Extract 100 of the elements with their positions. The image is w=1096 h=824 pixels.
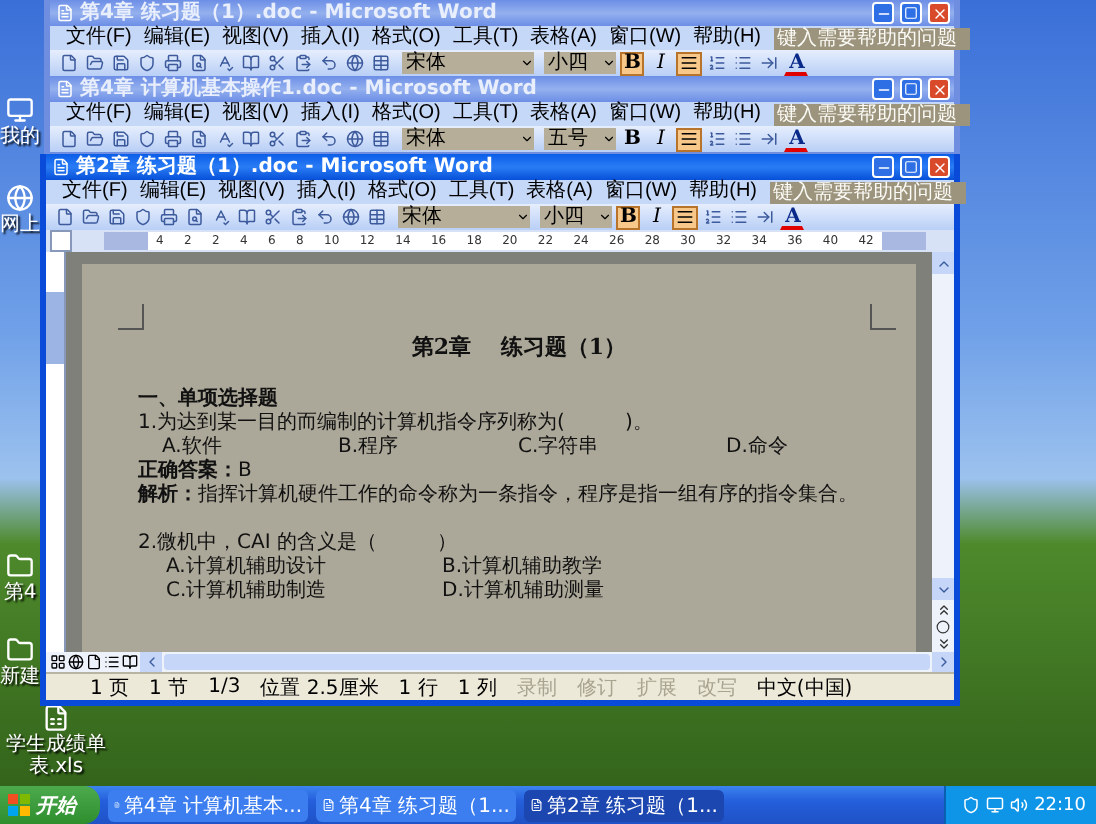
menu-item[interactable]: 编辑(E) [143, 26, 211, 50]
menu-item[interactable]: 文件(F) [66, 102, 132, 126]
globe-icon[interactable] [340, 206, 362, 228]
spreadsheet-icon[interactable] [42, 704, 70, 732]
start-button[interactable]: 开始 [0, 786, 100, 824]
menu-item[interactable]: 窗口(W) [609, 102, 682, 126]
menu-item[interactable]: 表格(A) [530, 102, 597, 126]
open-folder-icon[interactable] [80, 206, 102, 228]
menu-item[interactable]: 帮助(H) [693, 102, 761, 126]
book-icon[interactable] [236, 206, 258, 228]
taskbar-window-button[interactable]: 第2章 练习题（1... [524, 789, 724, 821]
paste-icon[interactable] [288, 206, 310, 228]
close-button[interactable] [928, 2, 950, 24]
menu-item[interactable]: 窗口(W) [605, 180, 678, 204]
menu-item[interactable]: 表格(A) [530, 26, 597, 50]
menu-item[interactable]: 文件(F) [62, 180, 128, 204]
indent-icon[interactable] [754, 206, 777, 228]
undo-icon[interactable] [318, 128, 340, 150]
table-icon[interactable] [370, 128, 392, 150]
italic-button[interactable]: I [648, 51, 673, 75]
bold-button[interactable]: B [620, 127, 645, 151]
italic-button[interactable]: I [644, 205, 669, 229]
spell-check-icon[interactable] [214, 52, 236, 74]
tab-stop-button[interactable] [50, 230, 72, 252]
book-icon[interactable] [240, 52, 262, 74]
menu-item[interactable]: 插入(I) [300, 26, 360, 50]
maximize-button[interactable] [900, 2, 922, 24]
printer-icon[interactable] [158, 206, 180, 228]
desktop-icon-label[interactable]: 第4 [3, 582, 37, 604]
minimize-button[interactable] [872, 156, 894, 178]
font-dropdown[interactable]: 宋体 [398, 206, 530, 228]
undo-icon[interactable] [314, 206, 336, 228]
menu-item[interactable]: 窗口(W) [609, 26, 682, 50]
menu-item[interactable]: 编辑(E) [139, 180, 207, 204]
shield-icon[interactable] [962, 796, 981, 814]
save-icon[interactable] [110, 52, 132, 74]
cut-icon[interactable] [266, 128, 288, 150]
indent-icon[interactable] [758, 128, 781, 150]
shield-icon[interactable] [136, 52, 158, 74]
folder-icon[interactable] [6, 636, 34, 664]
open-folder-icon[interactable] [84, 128, 106, 150]
menu-item[interactable]: 插入(I) [296, 180, 356, 204]
spell-check-icon[interactable] [214, 128, 236, 150]
vertical-scrollbar[interactable] [932, 252, 954, 652]
maximize-button[interactable] [900, 78, 922, 100]
print-view-icon[interactable] [86, 654, 102, 670]
menu-item[interactable]: 工具(T) [452, 26, 519, 50]
reading-view-icon[interactable] [122, 654, 138, 670]
outline-view-icon[interactable] [104, 654, 120, 670]
paste-icon[interactable] [292, 128, 314, 150]
horizontal-scrollbar[interactable] [164, 654, 930, 670]
desktop-icon-label[interactable]: 新建 [0, 666, 40, 688]
cut-icon[interactable] [266, 52, 288, 74]
numbered-list-icon[interactable] [706, 128, 729, 150]
save-icon[interactable] [106, 206, 128, 228]
menu-item[interactable]: 工具(T) [448, 180, 515, 204]
table-icon[interactable] [370, 52, 392, 74]
font-dropdown[interactable]: 宋体 [402, 128, 534, 150]
menu-item[interactable]: 表格(A) [526, 180, 593, 204]
taskbar-window-button[interactable]: 第4章 练习题（1... [316, 789, 516, 821]
font-dropdown[interactable]: 宋体 [402, 52, 534, 74]
globe-icon[interactable] [344, 128, 366, 150]
save-icon[interactable] [110, 128, 132, 150]
spell-check-icon[interactable] [210, 206, 232, 228]
font-size-dropdown[interactable]: 小四 [540, 206, 612, 228]
indent-icon[interactable] [758, 52, 781, 74]
menu-item[interactable]: 文件(F) [66, 26, 132, 50]
menu-item[interactable]: 工具(T) [452, 102, 519, 126]
shield-icon[interactable] [132, 206, 154, 228]
numbered-list-icon[interactable] [702, 206, 725, 228]
paste-icon[interactable] [292, 52, 314, 74]
font-size-dropdown[interactable]: 五号 [544, 128, 616, 150]
menu-item[interactable]: 帮助(H) [689, 180, 757, 204]
undo-icon[interactable] [318, 52, 340, 74]
minimize-button[interactable] [872, 78, 894, 100]
new-document-icon[interactable] [58, 128, 80, 150]
print-preview-icon[interactable] [188, 52, 210, 74]
font-size-dropdown[interactable]: 小四 [544, 52, 616, 74]
open-folder-icon[interactable] [84, 52, 106, 74]
monitor-icon[interactable] [986, 796, 1005, 814]
cut-icon[interactable] [262, 206, 284, 228]
maximize-button[interactable] [900, 156, 922, 178]
numbered-list-icon[interactable] [706, 52, 729, 74]
menu-item[interactable]: 编辑(E) [143, 102, 211, 126]
shield-icon[interactable] [136, 128, 158, 150]
printer-icon[interactable] [162, 128, 184, 150]
print-preview-icon[interactable] [188, 128, 210, 150]
close-button[interactable] [928, 78, 950, 100]
close-button[interactable] [928, 156, 950, 178]
menu-item[interactable]: 视图(V) [222, 102, 289, 126]
volume-icon[interactable] [1010, 796, 1029, 814]
new-document-icon[interactable] [58, 52, 80, 74]
justify-button[interactable] [676, 51, 703, 75]
desktop-icon-label[interactable]: 我的 [0, 126, 40, 148]
menu-item[interactable]: 格式(O) [367, 180, 437, 204]
next-page-icon[interactable] [935, 636, 951, 652]
new-document-icon[interactable] [54, 206, 76, 228]
web-view-icon[interactable] [68, 654, 84, 670]
desktop-icon-label[interactable]: 学生成绩单表.xls [0, 734, 112, 778]
bold-button[interactable]: B [620, 51, 645, 75]
